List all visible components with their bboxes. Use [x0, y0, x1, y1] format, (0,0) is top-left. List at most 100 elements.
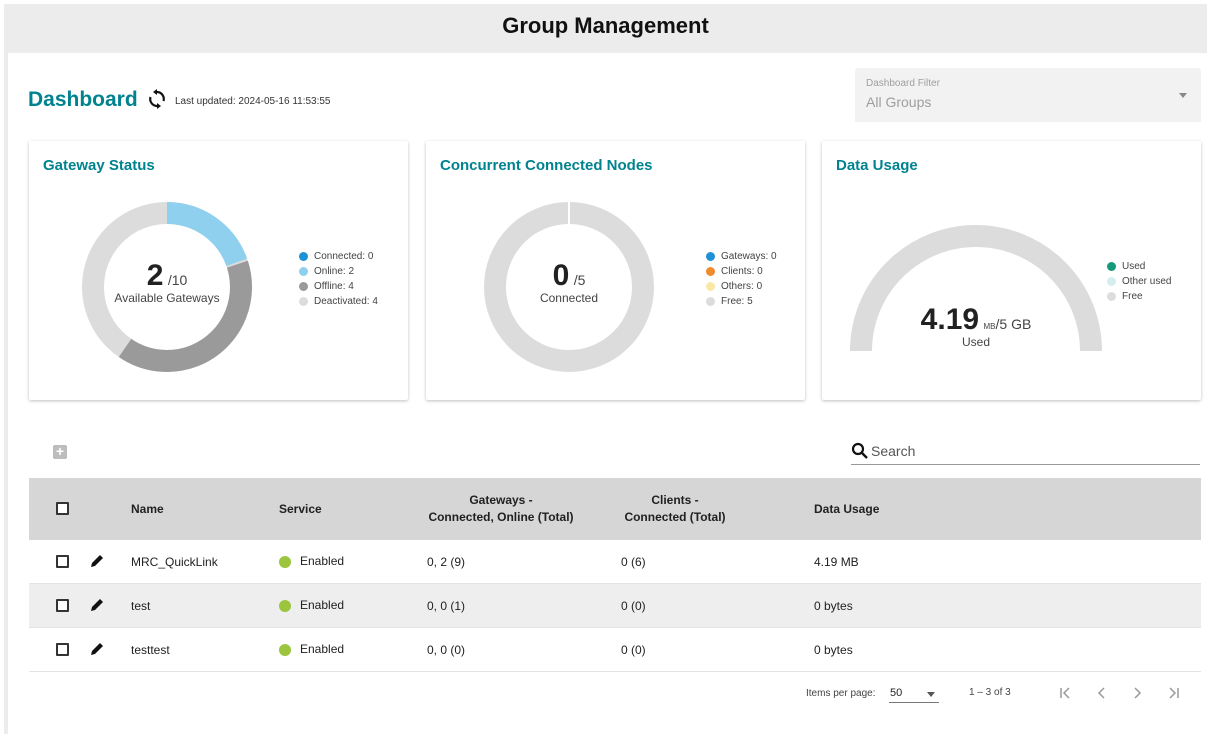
legend-dot	[706, 297, 715, 306]
search-input[interactable]	[871, 440, 1191, 462]
connected-nodes-value: 0	[552, 259, 570, 292]
groups-table: Name Service Gateways - Connected, Onlin…	[29, 478, 1201, 672]
data-usage-legend: Used Other used Free	[1107, 259, 1171, 304]
row-clients: 0 (0)	[621, 643, 646, 657]
connected-nodes-card: Concurrent Connected Nodes 0 /5 Connecte…	[426, 141, 805, 400]
available-gateways-total: /10	[167, 272, 188, 288]
row-gateways: 0, 0 (0)	[427, 643, 466, 657]
dashboard-filter-select[interactable]: Dashboard Filter All Groups	[855, 68, 1201, 122]
header-data-usage[interactable]: Data Usage	[814, 502, 879, 516]
select-all-checkbox[interactable]	[56, 502, 69, 515]
table-row[interactable]: MRC_QuickLink Enabled 0, 2 (9) 0 (6) 4.1…	[29, 540, 1201, 584]
refresh-icon[interactable]	[148, 89, 166, 109]
dashboard-title: Dashboard	[28, 88, 138, 111]
legend-label: Gateways: 0	[721, 251, 777, 262]
legend-label: Online: 2	[314, 266, 355, 277]
header-name[interactable]: Name	[131, 502, 164, 516]
card-title: Concurrent Connected Nodes	[440, 157, 653, 174]
table-row[interactable]: test Enabled 0, 0 (1) 0 (0) 0 bytes	[29, 584, 1201, 628]
data-usage-center: 4.19 MB/5 GB Used	[886, 303, 1066, 349]
legend-dot	[1107, 262, 1116, 271]
legend-dot	[1107, 292, 1116, 301]
row-name: testtest	[131, 643, 170, 657]
row-service-label: Enabled	[300, 554, 345, 568]
connected-nodes-total: /5	[573, 272, 586, 288]
connected-nodes-legend: Gateways: 0 Clients: 0 Others: 0 Free: 5	[706, 249, 777, 309]
row-service-label: Enabled	[300, 642, 345, 656]
add-group-button[interactable]: +	[53, 443, 67, 459]
paginator: Items per page: 50 1 – 3 of 3	[8, 680, 1207, 710]
plus-icon: +	[55, 443, 65, 459]
row-checkbox[interactable]	[56, 555, 69, 568]
edit-pencil-icon[interactable]	[89, 553, 105, 569]
data-usage-label: Used	[961, 335, 990, 349]
card-title: Data Usage	[836, 157, 918, 174]
items-per-page-select[interactable]: 50	[889, 683, 939, 703]
row-service: Enabled	[279, 554, 344, 568]
legend-label: Free: 5	[721, 296, 753, 307]
row-name: test	[131, 599, 151, 613]
legend-dot	[299, 252, 308, 261]
next-page-icon[interactable]	[1125, 681, 1149, 705]
available-gateways-label: Available Gateways	[114, 291, 220, 305]
row-data-usage: 0 bytes	[814, 643, 853, 657]
app-title: Group Management	[502, 13, 709, 38]
legend-dot	[1107, 277, 1116, 286]
available-gateways-value: 2	[146, 259, 164, 292]
legend-item: Other used	[1107, 274, 1171, 289]
legend-item: Free: 5	[706, 294, 777, 309]
table-row[interactable]: testtest Enabled 0, 0 (0) 0 (0) 0 bytes	[29, 628, 1201, 672]
dashboard-panel: Dashboard Last updated: 2024-05-16 11:53…	[8, 53, 1207, 734]
legend-item: Others: 0	[706, 279, 777, 294]
legend-item: Connected: 0	[299, 249, 378, 264]
header-service[interactable]: Service	[279, 502, 322, 516]
legend-item: Deactivated: 4	[299, 294, 378, 309]
last-page-icon[interactable]	[1161, 681, 1185, 705]
row-gateways: 0, 0 (1)	[427, 599, 466, 613]
status-dot	[279, 555, 291, 568]
legend-dot	[299, 267, 308, 276]
legend-label: Connected: 0	[314, 251, 374, 262]
legend-item: Gateways: 0	[706, 249, 777, 264]
gateway-status-legend: Connected: 0 Online: 2 Offline: 4 Deacti…	[299, 249, 378, 309]
data-usage-unit: MB	[983, 322, 996, 331]
legend-dot	[706, 267, 715, 276]
header-gateways[interactable]: Gateways - Connected, Online (Total)	[421, 492, 581, 526]
legend-label: Deactivated: 4	[314, 296, 378, 307]
dashboard-filter-label: Dashboard Filter	[866, 78, 940, 89]
row-gateways: 0, 2 (9)	[427, 555, 466, 569]
title-bar: Group Management	[4, 4, 1207, 48]
chevron-down-icon	[927, 692, 935, 697]
legend-label: Others: 0	[721, 281, 763, 292]
row-name: MRC_QuickLink	[131, 555, 218, 569]
legend-item: Used	[1107, 259, 1171, 274]
header-gateways-line1: Gateways -	[469, 493, 533, 507]
first-page-icon[interactable]	[1054, 681, 1078, 705]
header-clients-line1: Clients -	[651, 493, 699, 507]
row-clients: 0 (6)	[621, 555, 646, 569]
search-box	[851, 436, 1200, 465]
data-usage-total: /5 GB	[995, 316, 1032, 332]
legend-item: Online: 2	[299, 264, 378, 279]
edit-pencil-icon[interactable]	[89, 641, 105, 657]
legend-dot	[706, 252, 715, 261]
legend-item: Free	[1107, 289, 1171, 304]
edit-pencil-icon[interactable]	[89, 597, 105, 613]
page-range-label: 1 – 3 of 3	[969, 687, 1011, 698]
row-service: Enabled	[279, 598, 344, 612]
table-header: Name Service Gateways - Connected, Onlin…	[29, 478, 1201, 540]
card-title: Gateway Status	[43, 157, 155, 174]
header-clients-line2: Connected (Total)	[624, 510, 726, 524]
legend-label: Offline: 4	[314, 281, 354, 292]
header-clients[interactable]: Clients - Connected (Total)	[610, 492, 740, 526]
connected-nodes-center: 0 /5 Connected	[483, 259, 655, 305]
search-icon	[851, 442, 868, 459]
previous-page-icon[interactable]	[1090, 681, 1114, 705]
header-gateways-line2: Connected, Online (Total)	[428, 510, 574, 524]
legend-item: Clients: 0	[706, 264, 777, 279]
legend-dot	[299, 297, 308, 306]
data-usage-card: Data Usage 4.19 MB/5 GB Used Used Other …	[822, 141, 1201, 400]
gateway-status-card: Gateway Status 2 /10 Available Gateways …	[29, 141, 408, 400]
row-checkbox[interactable]	[56, 599, 69, 612]
row-checkbox[interactable]	[56, 643, 69, 656]
